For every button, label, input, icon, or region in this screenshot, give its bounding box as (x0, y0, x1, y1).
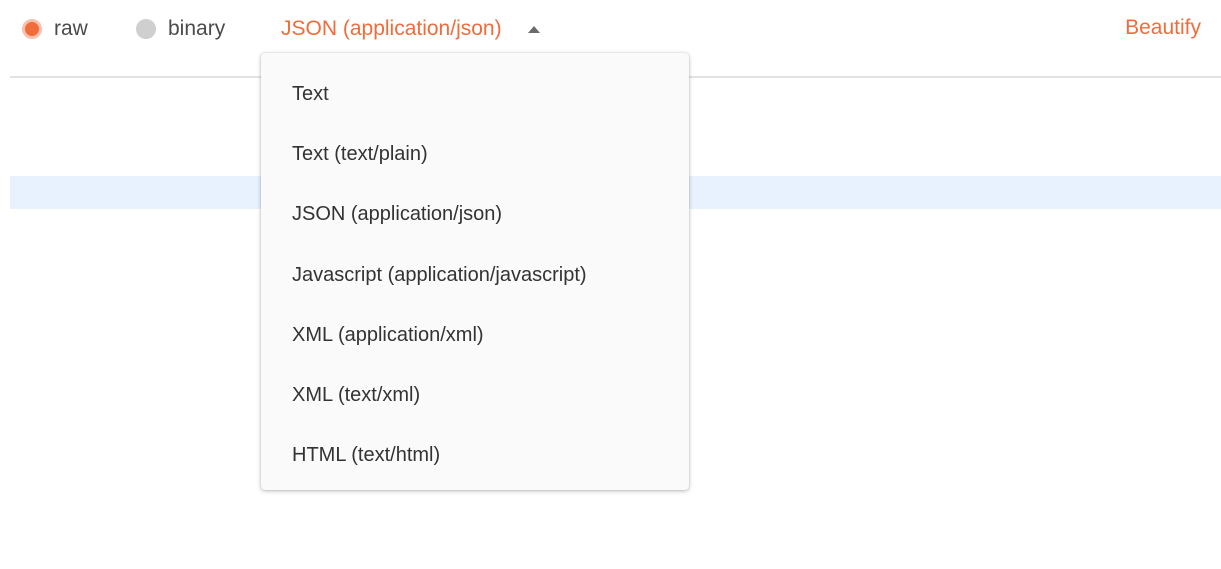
raw-radio-label: raw (54, 17, 88, 40)
content-type-select[interactable]: JSON (application/json) (281, 16, 540, 42)
content-type-selected-label: JSON (application/json) (281, 17, 502, 40)
dropdown-option-javascript[interactable]: Javascript (application/javascript) (261, 245, 689, 305)
caret-up-icon (527, 25, 540, 33)
raw-radio-option[interactable]: raw (22, 16, 88, 42)
dropdown-option-html[interactable]: HTML (text/html) (261, 425, 689, 485)
dropdown-option-text[interactable]: Text (261, 64, 689, 124)
content-type-dropdown-menu: Text Text (text/plain) JSON (application… (261, 53, 689, 490)
binary-radio-label: binary (168, 17, 226, 40)
dropdown-option-text-plain[interactable]: Text (text/plain) (261, 124, 689, 184)
dropdown-option-xml-application[interactable]: XML (application/xml) (261, 305, 689, 365)
dropdown-option-json[interactable]: JSON (application/json) (261, 184, 689, 244)
request-body-panel: raw binary JSON (application/json) Beaut… (0, 0, 1221, 569)
dropdown-option-xml-text[interactable]: XML (text/xml) (261, 365, 689, 425)
beautify-button[interactable]: Beautify (1125, 16, 1201, 40)
binary-radio-option[interactable]: binary (136, 16, 225, 42)
raw-radio-button[interactable] (22, 19, 42, 39)
binary-radio-button[interactable] (136, 19, 156, 39)
body-toolbar: raw binary JSON (application/json) Beaut… (0, 0, 1221, 60)
